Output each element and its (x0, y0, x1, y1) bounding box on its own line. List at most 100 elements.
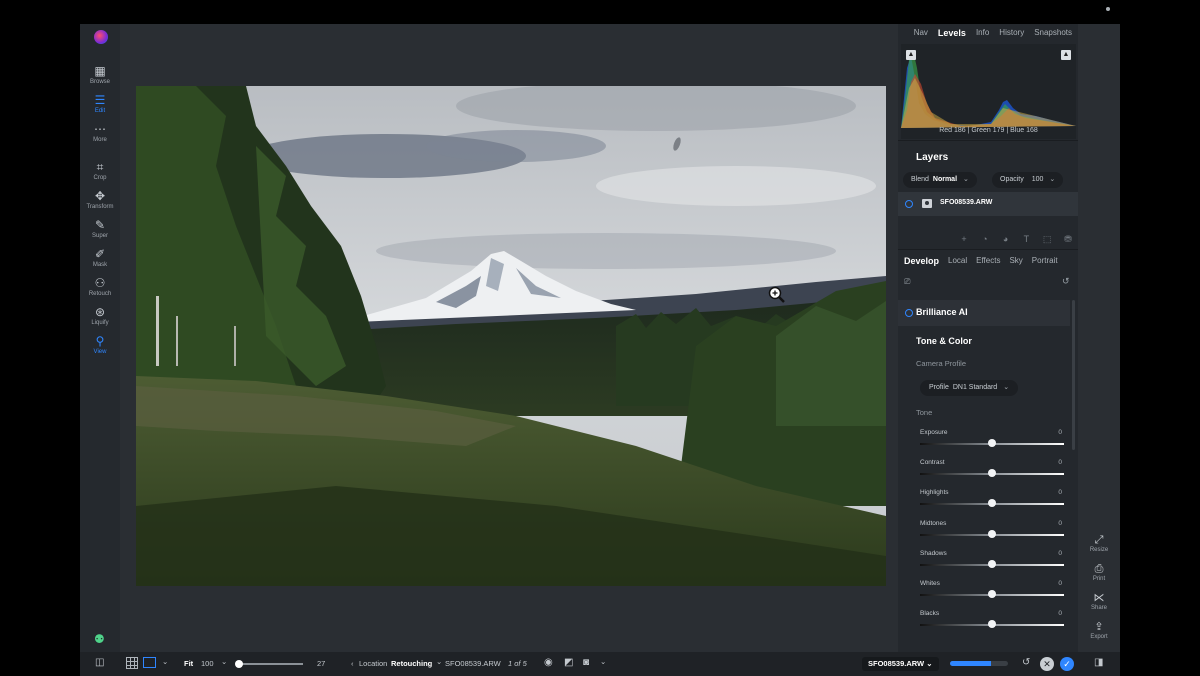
chevron-down-icon: ⌄ (1049, 176, 1056, 183)
tool-browse[interactable]: ▦ Browse (80, 64, 120, 92)
more-icon: ⋯ (94, 122, 106, 136)
profile-select[interactable]: Profile DN1 Standard ⌄ (920, 380, 1019, 396)
tab-local[interactable]: Local (948, 256, 967, 266)
extras-icon[interactable]: ⚉ (94, 632, 105, 646)
progress-bar (950, 661, 1008, 666)
tab-effects[interactable]: Effects (976, 256, 1000, 266)
frame-icon[interactable]: ⬚ (1041, 234, 1053, 245)
brush-icon: ✎ (94, 218, 106, 232)
tool-crop[interactable]: ⌗ Crop (80, 160, 120, 188)
right-dock: ⤢ Resize ⎙ Print ⋉ Share ⇪ Export (1078, 24, 1120, 652)
slider-knob[interactable] (988, 529, 996, 538)
highlight-clipping-warning-icon[interactable]: ▲ (1061, 50, 1071, 60)
share-icon: ⋉ (1093, 592, 1105, 604)
adjust-icon[interactable]: ◕ (1000, 234, 1012, 245)
chevron-down-icon[interactable]: ⌄ (162, 657, 168, 666)
tool-super[interactable]: ✎ Super (80, 218, 120, 246)
tab-develop[interactable]: Develop (904, 256, 939, 266)
layer-row[interactable]: SFO08539.ARW (898, 192, 1078, 216)
app-logo-icon (94, 30, 108, 44)
slider-knob[interactable] (988, 559, 996, 568)
export-button[interactable]: ⇪ Export (1078, 621, 1120, 640)
chevron-down-icon[interactable]: ⌄ (600, 657, 606, 666)
reset-icon[interactable]: ↺ (1062, 276, 1070, 287)
single-view-icon[interactable] (143, 657, 156, 668)
slider-whites[interactable]: Whites 0 (920, 580, 1064, 606)
thumbnail-size-value: 27 (317, 659, 326, 668)
location-value[interactable]: Retouching (391, 659, 432, 668)
slider-shadows[interactable]: Shadows 0 (920, 550, 1064, 576)
tool-transform[interactable]: ✥ Transform (80, 189, 120, 217)
window-status-dot (1106, 7, 1110, 11)
slider-knob[interactable] (988, 590, 996, 598)
tool-view[interactable]: ⚲ View (80, 334, 120, 362)
image-canvas[interactable] (136, 86, 886, 586)
tab-snapshots[interactable]: Snapshots (1034, 28, 1072, 44)
tab-levels[interactable]: Levels (938, 28, 966, 44)
add-layer-icon[interactable]: + (958, 234, 970, 245)
slider-value: 0 (1058, 459, 1062, 467)
tool-retouch[interactable]: ⚇ Retouch (80, 276, 120, 304)
tool-edit[interactable]: ☰ Edit (80, 93, 120, 121)
opacity-value: 100 (1031, 176, 1044, 183)
brilliance-toggle-icon[interactable] (905, 309, 913, 317)
tool-more[interactable]: ⋯ More (80, 122, 120, 150)
cancel-button[interactable]: ✕ (1040, 657, 1054, 671)
fit-button[interactable]: Fit (184, 659, 193, 668)
slider-midtones[interactable]: Midtones 0 (920, 520, 1064, 546)
undo-icon[interactable]: ↺ (1022, 657, 1030, 668)
slider-knob[interactable] (988, 439, 996, 447)
slider-value: 0 (1058, 519, 1062, 527)
opacity-select[interactable]: Opacity 100 ⌄ (992, 172, 1064, 188)
compare-icon[interactable]: ◩ (564, 657, 573, 668)
grid-view-icon[interactable] (126, 657, 138, 669)
camera-icon[interactable]: ◙ (583, 657, 589, 668)
location-label: Location (359, 659, 388, 668)
resize-button[interactable]: ⤢ Resize (1078, 534, 1120, 553)
zoom-chevron-icon[interactable]: ⌄ (221, 657, 227, 666)
tab-history[interactable]: History (999, 28, 1024, 44)
panel-toggle-right-icon[interactable]: ◨ (1094, 657, 1103, 668)
layer-visibility-icon[interactable] (905, 200, 913, 208)
slider-knob[interactable] (988, 620, 996, 629)
zoom-icon: ⚲ (95, 334, 105, 348)
camera-profile-label: Camera Profile (916, 359, 967, 368)
slider-highlights[interactable]: Highlights 0 (920, 489, 1064, 515)
zoom-value[interactable]: 100 (201, 659, 214, 668)
chevron-down-icon[interactable]: ⌄ (436, 657, 442, 666)
brilliance-ai-section[interactable]: Brilliance AI (898, 300, 1070, 326)
share-button[interactable]: ⋉ Share (1078, 592, 1120, 611)
layer-image-icon (922, 199, 932, 208)
tab-info[interactable]: Info (976, 28, 989, 44)
print-button[interactable]: ⎙ Print (1078, 563, 1120, 582)
shadow-clipping-warning-icon[interactable]: ▲ (906, 50, 916, 60)
mask-icon[interactable]: ◔ (979, 234, 991, 245)
slider-blacks[interactable]: Blacks 0 (920, 610, 1064, 636)
text-icon[interactable]: T (1020, 234, 1032, 245)
chevron-left-icon[interactable]: ‹ (351, 659, 354, 668)
thumbnail-size-slider-knob[interactable] (235, 660, 243, 668)
slider-knob[interactable] (988, 469, 996, 478)
tool-label: Liquify (91, 320, 109, 326)
sliders-icon: ☰ (94, 93, 106, 107)
tool-mask[interactable]: ✐ Mask (80, 247, 120, 275)
panel-toggle-left-icon[interactable]: ◫ (95, 657, 104, 668)
apply-button[interactable]: ✓ (1060, 657, 1074, 671)
slider-label: Blacks (920, 610, 940, 618)
slider-contrast[interactable]: Contrast 0 (920, 459, 1064, 485)
stack-icon[interactable]: ⛃ (1062, 234, 1074, 245)
slider-knob[interactable] (988, 499, 996, 508)
tone-label: Tone (916, 408, 933, 417)
slider-exposure[interactable]: Exposure 0 (920, 429, 1064, 455)
panel-scrollbar[interactable] (1072, 300, 1075, 450)
preset-icon[interactable]: ⎚ (904, 277, 910, 287)
thumbnail-size-slider[interactable] (238, 663, 303, 665)
tab-nav[interactable]: Nav (914, 28, 928, 44)
tab-sky[interactable]: Sky (1009, 256, 1022, 266)
preview-eye-icon[interactable]: ◉ (544, 657, 553, 668)
slider-label: Shadows (920, 549, 947, 557)
tab-portrait[interactable]: Portrait (1032, 256, 1058, 266)
blend-mode-select[interactable]: Blend Normal ⌄ (903, 172, 977, 188)
current-file-select[interactable]: SFO08539.ARW ⌄ (862, 657, 939, 671)
tool-liquify[interactable]: ⊛ Liquify (80, 305, 120, 333)
